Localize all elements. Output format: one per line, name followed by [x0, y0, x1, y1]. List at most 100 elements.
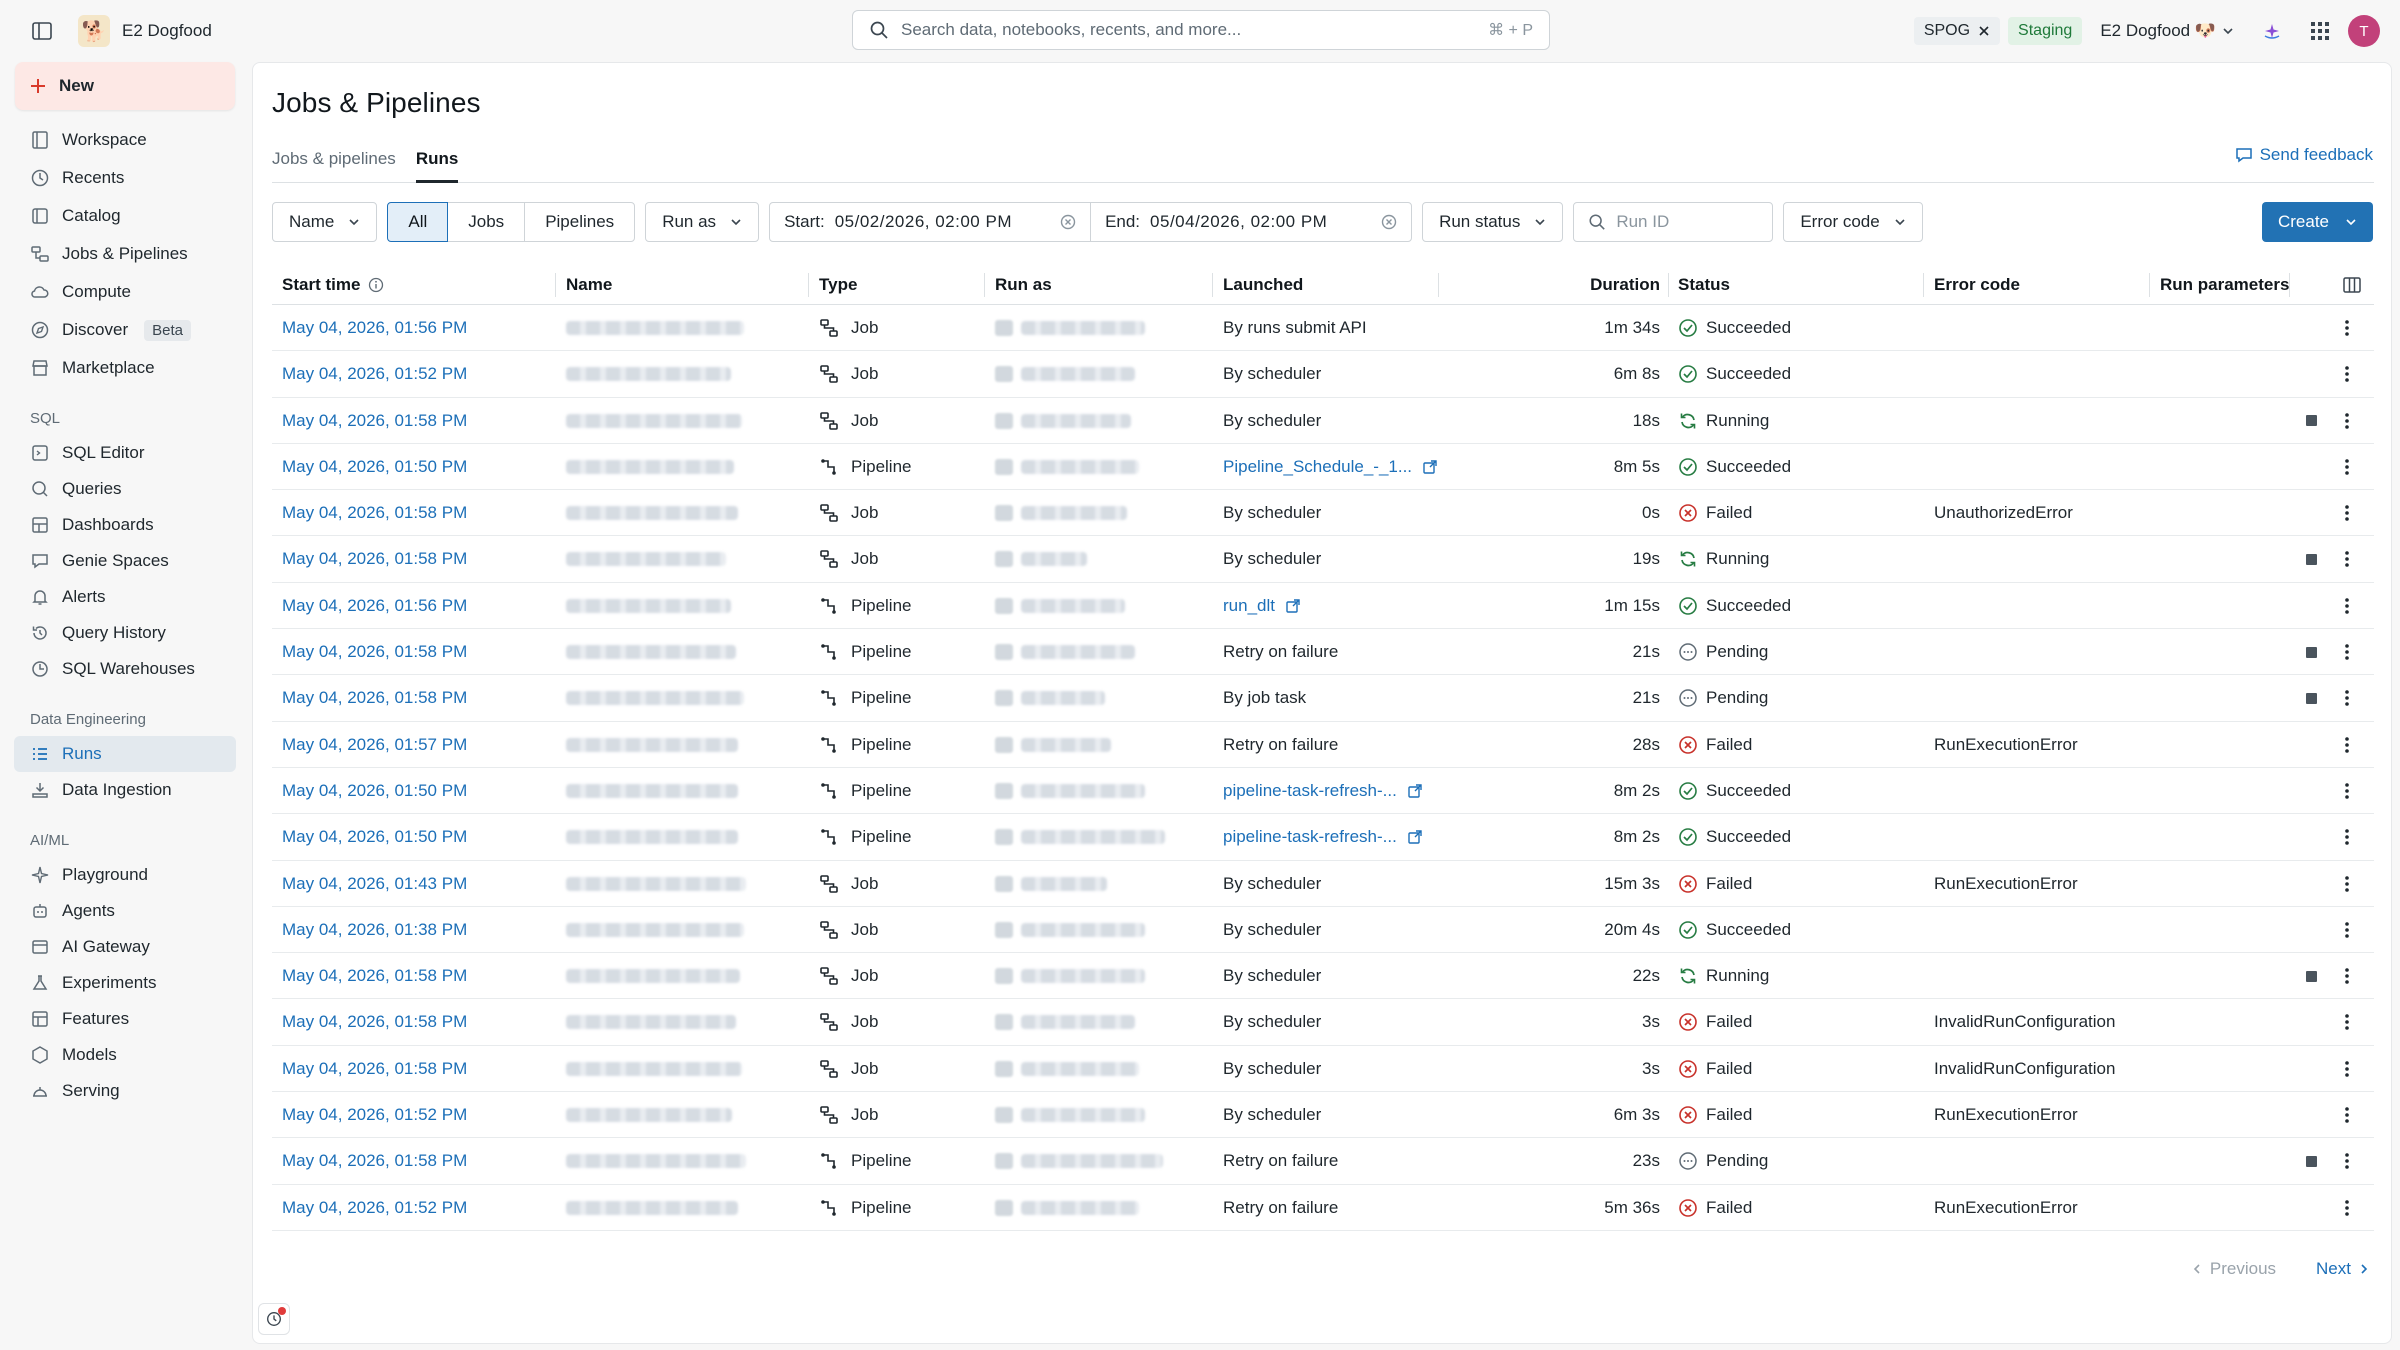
launched-by-link[interactable]: pipeline-task-refresh-...	[1213, 814, 1423, 860]
run-name-redacted[interactable]	[556, 1046, 742, 1092]
run-start-time-link[interactable]: May 04, 2026, 01:58 PM	[272, 1138, 467, 1184]
sidebar-item-alerts[interactable]: Alerts	[14, 579, 236, 615]
row-actions-kebab-icon[interactable]	[2344, 1185, 2350, 1231]
row-actions-kebab-icon[interactable]	[2344, 1138, 2350, 1184]
launched-by-link[interactable]: run_dlt	[1213, 583, 1301, 629]
tab-jobs-pipelines[interactable]: Jobs & pipelines	[272, 149, 396, 183]
run-start-time-link[interactable]: May 04, 2026, 01:58 PM	[272, 629, 467, 675]
clear-circle-icon[interactable]	[1060, 214, 1076, 230]
column-header-launched[interactable]: Launched	[1213, 265, 1303, 305]
table-row[interactable]: May 04, 2026, 01:52 PM Job By scheduler 6m …	[272, 351, 2374, 398]
sidebar-item-queries[interactable]: Queries	[14, 471, 236, 507]
column-header-name[interactable]: Name	[556, 265, 612, 305]
sidebar-item-agents[interactable]: Agents	[14, 893, 236, 929]
run-start-time-link[interactable]: May 04, 2026, 01:56 PM	[272, 305, 467, 351]
column-header-run-parameters[interactable]: Run parameters	[2150, 265, 2289, 305]
run-name-redacted[interactable]	[556, 398, 742, 444]
run-name-redacted[interactable]	[556, 814, 738, 860]
assistant-sparkle-icon[interactable]	[2252, 11, 2292, 51]
table-row[interactable]: May 04, 2026, 01:58 PM Job By scheduler 22s…	[272, 953, 2374, 1000]
run-start-time-link[interactable]: May 04, 2026, 01:57 PM	[272, 722, 467, 768]
run-start-time-link[interactable]: May 04, 2026, 01:58 PM	[272, 953, 467, 999]
table-row[interactable]: May 04, 2026, 01:56 PM Pipeline run_dlt 1m …	[272, 583, 2374, 630]
run-start-time-link[interactable]: May 04, 2026, 01:58 PM	[272, 1046, 467, 1092]
table-row[interactable]: May 04, 2026, 01:57 PM Pipeline Retry on f…	[272, 722, 2374, 768]
send-feedback-link[interactable]: Send feedback	[2234, 145, 2373, 165]
stop-run-button[interactable]	[2306, 953, 2317, 999]
run-start-time-link[interactable]: May 04, 2026, 01:52 PM	[272, 351, 467, 397]
row-actions-kebab-icon[interactable]	[2344, 953, 2350, 999]
launched-by-link[interactable]: pipeline-task-refresh-...	[1213, 768, 1423, 814]
new-button[interactable]: New	[15, 62, 235, 110]
name-filter-dropdown[interactable]: Name	[272, 202, 378, 242]
column-header-error-code[interactable]: Error code	[1924, 265, 2020, 305]
sidebar-item-sql-editor[interactable]: SQL Editor	[14, 435, 236, 471]
sidebar-item-genie-spaces[interactable]: Genie Spaces	[14, 543, 236, 579]
global-search-input[interactable]: Search data, notebooks, recents, and mor…	[852, 10, 1550, 50]
row-actions-kebab-icon[interactable]	[2344, 398, 2350, 444]
row-actions-kebab-icon[interactable]	[2344, 675, 2350, 721]
run-name-redacted[interactable]	[556, 675, 744, 721]
sidebar-item-playground[interactable]: Playground	[14, 857, 236, 893]
row-actions-kebab-icon[interactable]	[2344, 490, 2350, 536]
run-name-redacted[interactable]	[556, 583, 731, 629]
table-row[interactable]: May 04, 2026, 01:58 PM Job By scheduler 18s…	[272, 398, 2374, 444]
run-status-filter-dropdown[interactable]: Run status	[1422, 202, 1564, 242]
run-start-time-link[interactable]: May 04, 2026, 01:50 PM	[272, 814, 467, 860]
run-name-redacted[interactable]	[556, 861, 746, 907]
row-actions-kebab-icon[interactable]	[2344, 999, 2350, 1045]
run-name-redacted[interactable]	[556, 629, 736, 675]
run-start-time-link[interactable]: May 04, 2026, 01:58 PM	[272, 675, 467, 721]
row-actions-kebab-icon[interactable]	[2344, 583, 2350, 629]
run-start-time-link[interactable]: May 04, 2026, 01:58 PM	[272, 999, 467, 1045]
run-name-redacted[interactable]	[556, 907, 744, 953]
run-start-time-link[interactable]: May 04, 2026, 01:58 PM	[272, 398, 467, 444]
user-avatar[interactable]: T	[2348, 15, 2380, 47]
workspace-name[interactable]: E2 Dogfood	[122, 21, 212, 41]
spog-chip[interactable]: SPOG	[1913, 17, 2001, 45]
run-name-redacted[interactable]	[556, 1138, 746, 1184]
run-name-redacted[interactable]	[556, 490, 738, 536]
run-id-search-input[interactable]: Run ID	[1573, 202, 1774, 242]
row-actions-kebab-icon[interactable]	[2344, 444, 2350, 490]
table-row[interactable]: May 04, 2026, 01:58 PM Pipeline Retry on f…	[272, 629, 2374, 676]
run-start-time-link[interactable]: May 04, 2026, 01:50 PM	[272, 768, 467, 814]
row-actions-kebab-icon[interactable]	[2344, 768, 2350, 814]
run-name-redacted[interactable]	[556, 1092, 732, 1138]
table-row[interactable]: May 04, 2026, 01:58 PM Pipeline Retry on f…	[272, 1138, 2374, 1185]
row-actions-kebab-icon[interactable]	[2344, 861, 2350, 907]
row-actions-kebab-icon[interactable]	[2344, 814, 2350, 860]
sidebar-item-models[interactable]: Models	[14, 1037, 236, 1073]
column-header-run-as[interactable]: Run as	[985, 265, 1052, 305]
launched-by-link[interactable]: Pipeline_Schedule_-_1...	[1213, 444, 1438, 490]
sidebar-item-runs[interactable]: Runs	[14, 736, 236, 772]
row-actions-kebab-icon[interactable]	[2344, 722, 2350, 768]
run-name-redacted[interactable]	[556, 722, 738, 768]
run-name-redacted[interactable]	[556, 536, 726, 582]
assistant-history-button[interactable]	[258, 1303, 290, 1335]
workspace-logo[interactable]: 🐕	[78, 15, 110, 47]
run-start-time-link[interactable]: May 04, 2026, 01:38 PM	[272, 907, 467, 953]
row-actions-kebab-icon[interactable]	[2344, 305, 2350, 351]
table-row[interactable]: May 04, 2026, 01:58 PM Job By scheduler 0s F…	[272, 490, 2374, 537]
segment-pipelines[interactable]: Pipelines	[524, 202, 636, 242]
run-name-redacted[interactable]	[556, 768, 738, 814]
run-start-time-link[interactable]: May 04, 2026, 01:56 PM	[272, 583, 467, 629]
table-row[interactable]: May 04, 2026, 01:43 PM Job By scheduler 15m…	[272, 861, 2374, 907]
table-row[interactable]: May 04, 2026, 01:56 PM Job By runs submit …	[272, 305, 2374, 352]
run-start-time-link[interactable]: May 04, 2026, 01:58 PM	[272, 536, 467, 582]
segment-jobs[interactable]: Jobs	[447, 202, 526, 242]
column-settings-icon[interactable]	[2332, 265, 2362, 305]
table-row[interactable]: May 04, 2026, 01:58 PM Job By scheduler 3s F…	[272, 999, 2374, 1046]
row-actions-kebab-icon[interactable]	[2344, 629, 2350, 675]
stop-run-button[interactable]	[2306, 675, 2317, 721]
table-row[interactable]: May 04, 2026, 01:58 PM Job By scheduler 3s F…	[272, 1046, 2374, 1093]
segment-all[interactable]: All	[387, 202, 449, 242]
sidebar-item-query-history[interactable]: Query History	[14, 615, 236, 651]
sidebar-item-recents[interactable]: Recents	[14, 160, 236, 196]
run-name-redacted[interactable]	[556, 1185, 738, 1231]
sidebar-item-marketplace[interactable]: Marketplace	[14, 350, 236, 386]
tab-runs[interactable]: Runs	[415, 149, 459, 183]
run-name-redacted[interactable]	[556, 444, 734, 490]
table-row[interactable]: May 04, 2026, 01:38 PM Job By scheduler 20m…	[272, 907, 2374, 954]
